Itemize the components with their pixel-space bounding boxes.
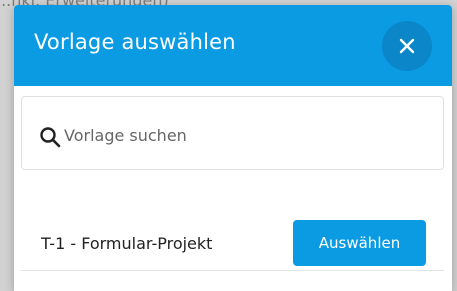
close-button[interactable] (382, 21, 432, 71)
dialog-title: Vorlage auswählen (34, 30, 236, 54)
search-input[interactable] (64, 120, 424, 150)
close-icon (399, 38, 415, 54)
template-select-dialog: Vorlage auswählen T-1 - Formular-Projekt… (14, 5, 452, 291)
template-row: T-1 - Formular-Projekt Auswählen (21, 217, 444, 271)
template-name: T-1 - Formular-Projekt (41, 234, 213, 253)
select-template-button[interactable]: Auswählen (293, 220, 426, 266)
dialog-header: Vorlage auswählen (14, 5, 452, 86)
search-icon (40, 127, 61, 148)
search-box (21, 96, 444, 170)
